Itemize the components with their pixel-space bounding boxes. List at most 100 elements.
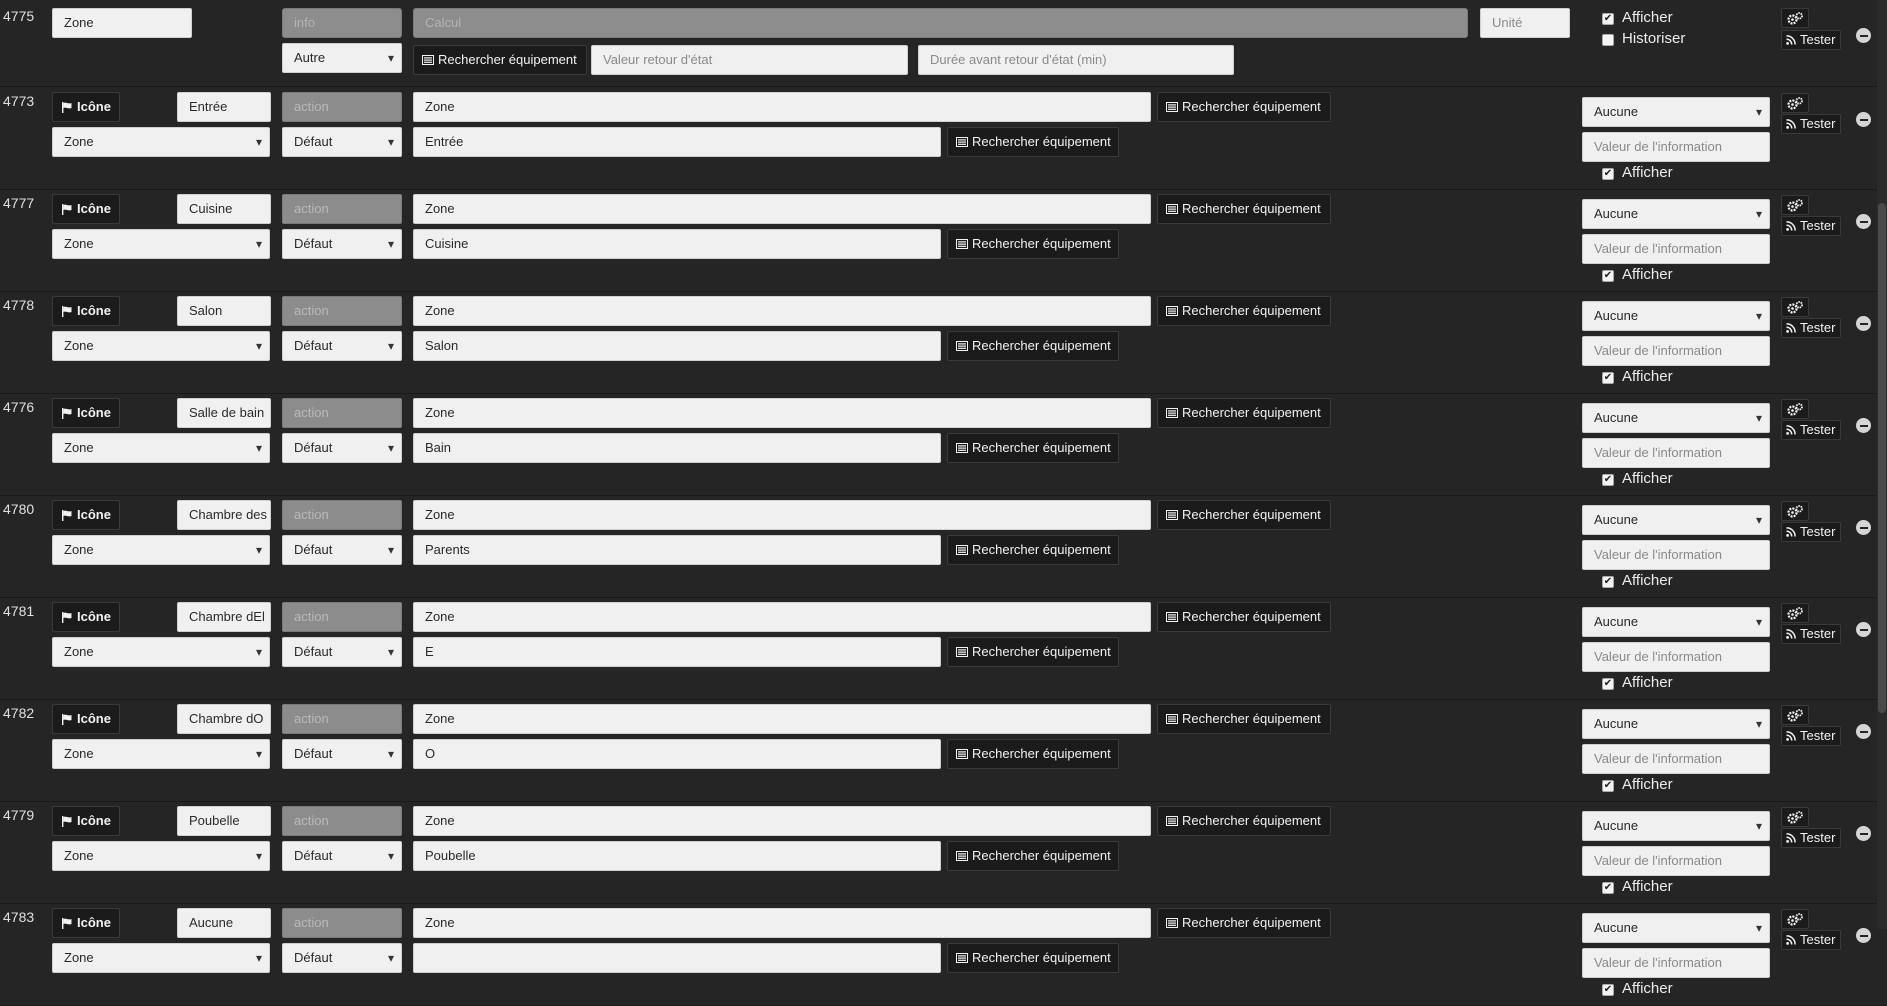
command-value-input[interactable]: Entrée <box>413 127 941 157</box>
info-value-input[interactable]: Valeur de l'information <box>1582 744 1770 774</box>
icon-button[interactable]: Icône <box>52 194 120 224</box>
command-name-input[interactable]: Cuisine <box>177 194 271 224</box>
update-info-select[interactable]: Aucune <box>1582 97 1770 127</box>
update-info-select[interactable]: Aucune <box>1582 607 1770 637</box>
config-button[interactable] <box>1781 603 1809 623</box>
command-target-input[interactable]: Zone <box>413 194 1151 224</box>
command-name-input[interactable]: Entrée <box>177 92 271 122</box>
command-name-input[interactable]: Chambre des <box>177 500 271 530</box>
search-equipment-button[interactable]: Rechercher équipement <box>1157 908 1331 938</box>
search-equipment-button[interactable]: Rechercher équipement <box>947 433 1119 463</box>
search-equipment-button[interactable]: Rechercher équipement <box>947 943 1119 973</box>
remove-command-icon[interactable] <box>1856 28 1871 43</box>
test-button[interactable]: Tester <box>1781 114 1841 134</box>
remove-command-icon[interactable] <box>1856 826 1871 841</box>
unit-input[interactable]: Unité <box>1480 8 1570 38</box>
info-value-input[interactable]: Valeur de l'information <box>1582 642 1770 672</box>
config-button[interactable] <box>1781 501 1809 521</box>
command-target-input[interactable]: Zone <box>413 908 1151 938</box>
command-name-input[interactable]: Chambre dO <box>177 704 271 734</box>
calcul-input[interactable]: Calcul <box>413 8 1468 38</box>
remove-command-icon[interactable] <box>1856 316 1871 331</box>
historize-checkbox[interactable] <box>1602 34 1614 46</box>
show-checkbox[interactable]: ✔ <box>1602 882 1614 894</box>
search-equipment-button[interactable]: Rechercher équipement <box>413 45 587 75</box>
icon-button[interactable]: Icône <box>52 602 120 632</box>
update-info-select[interactable]: Aucune <box>1582 913 1770 943</box>
command-target-input[interactable]: Zone <box>413 704 1151 734</box>
info-value-input[interactable]: Valeur de l'information <box>1582 948 1770 978</box>
command-value-input[interactable]: Bain <box>413 433 941 463</box>
command-name-input[interactable]: Salon <box>177 296 271 326</box>
generic-type-select[interactable]: Zone <box>52 229 270 259</box>
search-equipment-button[interactable]: Rechercher équipement <box>1157 500 1331 530</box>
remove-command-icon[interactable] <box>1856 928 1871 943</box>
command-value-input[interactable]: Poubelle <box>413 841 941 871</box>
search-equipment-button[interactable]: Rechercher équipement <box>947 535 1119 565</box>
generic-type-select[interactable]: Zone <box>52 637 270 667</box>
generic-type-select[interactable]: Zone <box>52 739 270 769</box>
show-checkbox[interactable]: ✔ <box>1602 372 1614 384</box>
command-target-input[interactable]: Zone <box>413 602 1151 632</box>
command-value-input[interactable]: O <box>413 739 941 769</box>
command-target-input[interactable]: Zone <box>413 806 1151 836</box>
config-button[interactable] <box>1781 807 1809 827</box>
show-checkbox[interactable]: ✔ <box>1602 270 1614 282</box>
command-name-input[interactable]: Chambre dEl <box>177 602 271 632</box>
config-button[interactable] <box>1781 297 1809 317</box>
icon-button[interactable]: Icône <box>52 398 120 428</box>
test-button[interactable]: Tester <box>1781 30 1841 50</box>
command-subtype-select[interactable]: Défaut <box>282 229 402 259</box>
icon-button[interactable]: Icône <box>52 806 120 836</box>
search-equipment-button[interactable]: Rechercher équipement <box>947 841 1119 871</box>
test-button[interactable]: Tester <box>1781 216 1841 236</box>
command-target-input[interactable]: Zone <box>413 296 1151 326</box>
icon-button[interactable]: Icône <box>52 908 120 938</box>
update-info-select[interactable]: Aucune <box>1582 301 1770 331</box>
command-value-input[interactable]: Cuisine <box>413 229 941 259</box>
command-target-input[interactable]: Zone <box>413 398 1151 428</box>
test-button[interactable]: Tester <box>1781 828 1841 848</box>
search-equipment-button[interactable]: Rechercher équipement <box>1157 194 1331 224</box>
test-button[interactable]: Tester <box>1781 930 1841 950</box>
generic-type-select[interactable]: Zone <box>52 127 270 157</box>
command-subtype-select[interactable]: Défaut <box>282 637 402 667</box>
update-info-select[interactable]: Aucune <box>1582 709 1770 739</box>
command-name-input[interactable]: Aucune <box>177 908 271 938</box>
command-subtype-select[interactable]: Autre <box>282 43 402 73</box>
search-equipment-button[interactable]: Rechercher équipement <box>1157 704 1331 734</box>
command-value-input[interactable] <box>413 943 941 973</box>
command-name-input[interactable]: Poubelle <box>177 806 271 836</box>
remove-command-icon[interactable] <box>1856 724 1871 739</box>
remove-command-icon[interactable] <box>1856 214 1871 229</box>
command-subtype-select[interactable]: Défaut <box>282 943 402 973</box>
info-value-input[interactable]: Valeur de l'information <box>1582 846 1770 876</box>
update-info-select[interactable]: Aucune <box>1582 199 1770 229</box>
search-equipment-button[interactable]: Rechercher équipement <box>947 637 1119 667</box>
info-value-input[interactable]: Valeur de l'information <box>1582 132 1770 162</box>
search-equipment-button[interactable]: Rechercher équipement <box>1157 92 1331 122</box>
scrollbar-track[interactable] <box>1877 0 1887 929</box>
config-button[interactable] <box>1781 705 1809 725</box>
show-checkbox[interactable]: ✔ <box>1602 780 1614 792</box>
show-checkbox[interactable]: ✔ <box>1602 168 1614 180</box>
icon-button[interactable]: Icône <box>52 500 120 530</box>
command-subtype-select[interactable]: Défaut <box>282 841 402 871</box>
icon-button[interactable]: Icône <box>52 296 120 326</box>
config-button[interactable] <box>1781 8 1809 28</box>
command-subtype-select[interactable]: Défaut <box>282 127 402 157</box>
info-value-input[interactable]: Valeur de l'information <box>1582 234 1770 264</box>
generic-type-select[interactable]: Zone <box>52 841 270 871</box>
test-button[interactable]: Tester <box>1781 522 1841 542</box>
config-button[interactable] <box>1781 909 1809 929</box>
test-button[interactable]: Tester <box>1781 318 1841 338</box>
remove-command-icon[interactable] <box>1856 622 1871 637</box>
config-button[interactable] <box>1781 93 1809 113</box>
generic-type-select[interactable]: Zone <box>52 535 270 565</box>
scrollbar-thumb[interactable] <box>1878 203 1886 713</box>
generic-type-select[interactable]: Zone <box>52 331 270 361</box>
command-subtype-select[interactable]: Défaut <box>282 535 402 565</box>
show-checkbox[interactable]: ✔ <box>1602 984 1614 996</box>
command-target-input[interactable]: Zone <box>413 92 1151 122</box>
search-equipment-button[interactable]: Rechercher équipement <box>1157 602 1331 632</box>
